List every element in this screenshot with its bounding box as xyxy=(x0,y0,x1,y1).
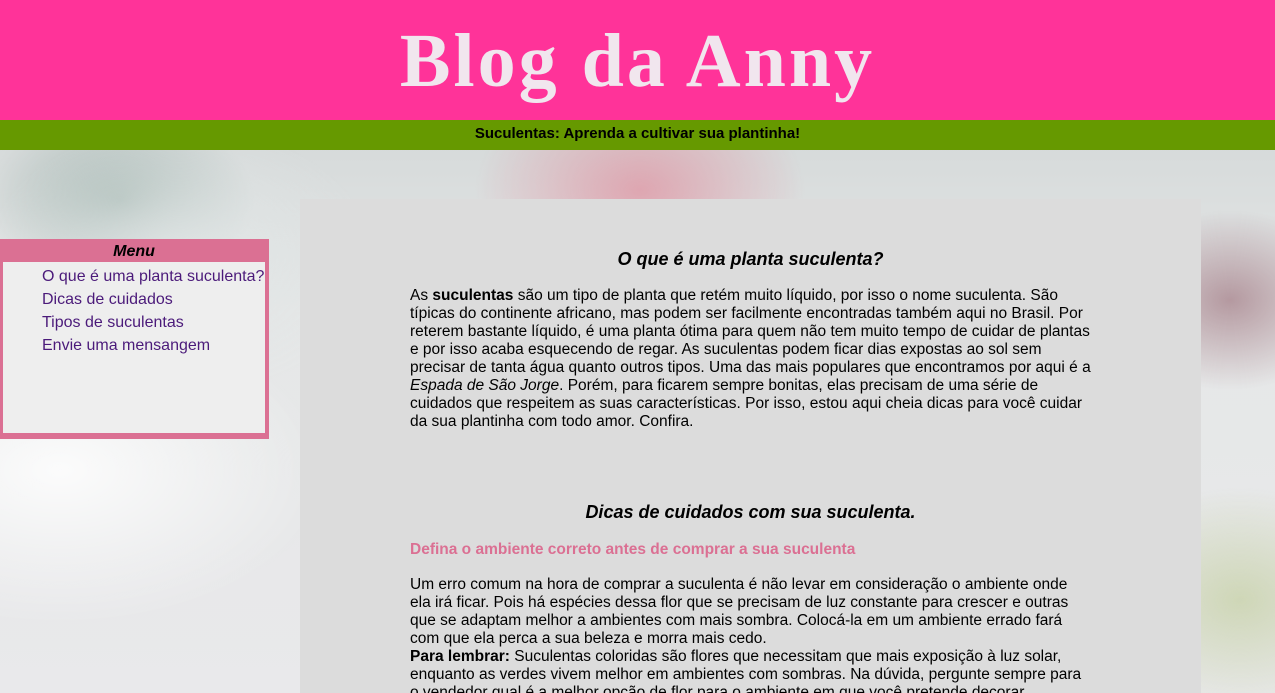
reminder-paragraph: Para lembrar: Suculentas coloridas são f… xyxy=(410,648,1091,693)
menu-title: Menu xyxy=(113,243,155,260)
side-menu: Menu O que é uma planta suculenta? Dicas… xyxy=(0,239,269,439)
section-heading-what-is: O que é uma planta suculenta? xyxy=(617,249,884,269)
intro-text-mid: são um tipo de planta que retém muito lí… xyxy=(410,287,1091,376)
section-heading-care-tips: Dicas de cuidados com sua suculenta. xyxy=(585,502,916,522)
reminder-text: Suculentas coloridas são flores que nece… xyxy=(410,648,1082,693)
care-tip-paragraph: Um erro comum na hora de comprar a sucul… xyxy=(410,576,1069,647)
menu-link-care-tips[interactable]: Dicas de cuidados xyxy=(42,288,265,311)
intro-text-start: As xyxy=(410,287,433,304)
section-paragraph-intro: As suculentas são um tipo de planta que … xyxy=(410,287,1091,431)
intro-bold-term: suculentas xyxy=(432,287,514,304)
blog-header: Blog da Anny xyxy=(0,0,1275,120)
subtitle-bar: Suculentas: Aprenda a cultivar sua plant… xyxy=(0,120,1275,150)
menu-link-succulent-types[interactable]: Tipos de suculentas xyxy=(42,311,265,334)
menu-link-what-is-succulent[interactable]: O que é uma planta suculenta? xyxy=(42,265,265,288)
intro-italic-term: Espada de São Jorge xyxy=(410,377,560,394)
menu-link-send-message[interactable]: Envie uma mensangem xyxy=(42,334,265,357)
menu-box: O que é uma planta suculenta? Dicas de c… xyxy=(3,262,265,433)
main-content: O que é uma planta suculenta? As suculen… xyxy=(300,199,1201,693)
blog-title: Blog da Anny xyxy=(399,19,876,103)
menu-list: O que é uma planta suculenta? Dicas de c… xyxy=(3,265,265,357)
care-tip-subheading: Defina o ambiente correto antes de compr… xyxy=(410,541,856,558)
reminder-label: Para lembrar: xyxy=(410,648,510,665)
blog-subtitle: Suculentas: Aprenda a cultivar sua plant… xyxy=(474,125,801,142)
